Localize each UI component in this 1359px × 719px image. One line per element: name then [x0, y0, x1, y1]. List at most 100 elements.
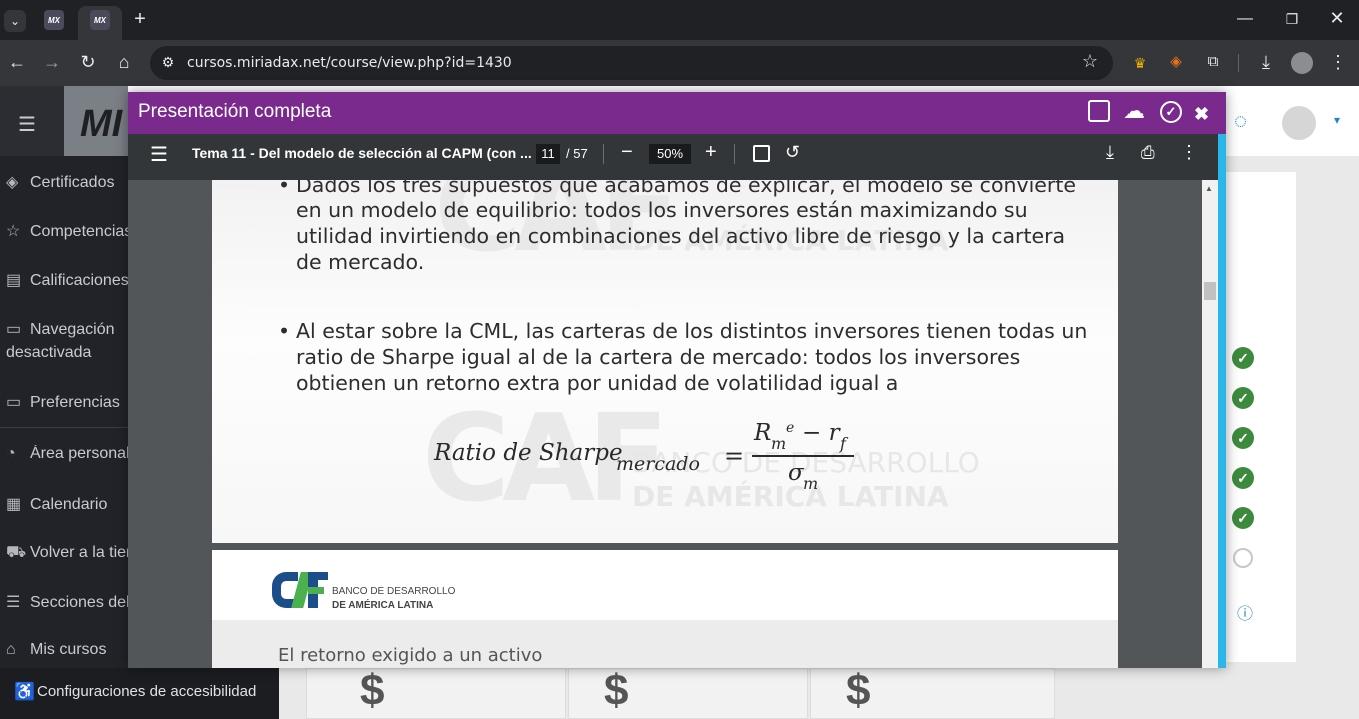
completed-check-icon: ✓	[1232, 347, 1254, 369]
pdf-toolbar-divider	[603, 144, 604, 164]
bullet1-line1: en un modelo de equilibrio: todos los in…	[296, 198, 1028, 222]
bookmark-star-icon[interactable]: ☆	[1079, 52, 1101, 70]
modal-title: Presentación completa	[138, 101, 332, 122]
pdf-more-menu-icon[interactable]: ⋮	[1180, 142, 1198, 163]
list-icon: ☰	[6, 594, 21, 611]
reload-icon[interactable]: ↻	[77, 53, 99, 71]
incomplete-circle-icon[interactable]	[1233, 548, 1253, 568]
pdf-toolbar-divider	[734, 144, 735, 164]
user-avatar[interactable]	[1282, 106, 1316, 140]
sidebar-item-competencias[interactable]: ☆ Competencias	[6, 221, 128, 241]
sidebar-item-preferencias[interactable]: ▭ Preferencias	[6, 392, 128, 412]
close-modal-icon[interactable]: ✖	[1194, 104, 1209, 125]
sidebar-item-navegacion-line2[interactable]: desactivada	[6, 344, 128, 362]
slide-heading: El retorno exigido a un activo	[278, 645, 543, 666]
crown-extension-icon[interactable]: ♛	[1129, 54, 1151, 72]
restore-icon[interactable]: ❐	[1281, 10, 1303, 28]
scroll-up-arrow-icon[interactable]: ▲	[1205, 184, 1213, 193]
modal-accent-bar	[1218, 134, 1226, 668]
sidebar-item-mis-cursos[interactable]: ⌂ Mis cursos	[6, 641, 128, 659]
graduation-icon: ⌂	[6, 641, 16, 658]
bullet-dot: •	[278, 180, 291, 197]
browser-menu-icon[interactable]: ⋮	[1327, 53, 1349, 71]
print-icon[interactable]: ⎙	[1141, 143, 1155, 163]
bullet1-line0: Dados los tres supuestos que acabamos de…	[296, 180, 1076, 197]
folder-icon: ▭	[6, 394, 22, 411]
sidebar-item-calificaciones[interactable]: ▤ Calificaciones	[6, 270, 128, 290]
rotate-icon[interactable]: ↺	[785, 142, 800, 163]
download-icon[interactable]: ⤓	[1255, 53, 1277, 71]
bullet2-line3: obtienen un retorno extra por unidad de …	[296, 371, 899, 395]
bullet1-line3: de mercado.	[296, 250, 425, 274]
pdf-page-total: / 57	[566, 146, 588, 161]
caf-logo-f-bar2	[308, 587, 324, 594]
forward-arrow-icon[interactable]: →	[41, 53, 63, 71]
pdf-scrollbar[interactable]	[1202, 180, 1218, 668]
completed-check-icon: ✓	[1232, 507, 1254, 529]
caf-logo	[272, 570, 330, 610]
site-info-icon[interactable]: ⚙	[157, 53, 179, 71]
star-icon: ☆	[6, 223, 21, 240]
dollar-icon: $	[604, 666, 629, 715]
sidebar-item-area-personal[interactable]: ◔ Área personal	[6, 445, 128, 463]
sidebar-item-certificados[interactable]: ◈ Certificados	[6, 172, 128, 192]
zoom-in-icon[interactable]: +	[705, 141, 717, 164]
pdf-page-input[interactable]: 11	[536, 144, 560, 164]
folder-icon: ▭	[6, 321, 22, 338]
help-icon[interactable]: ⓘ	[1237, 600, 1253, 624]
pdf-document-title: Tema 11 - Del modelo de selección al CAP…	[192, 145, 532, 161]
tab-favicon[interactable]: MX	[44, 10, 64, 30]
formula-numerator-sub-f: f	[840, 434, 846, 453]
dollar-icon: $	[360, 666, 385, 715]
cloud-download-icon[interactable]: ☁	[1123, 98, 1145, 124]
sidebar-item-volver-tienda[interactable]: ⛟Volver a la tienda	[6, 543, 128, 563]
site-logo[interactable]: MI	[80, 103, 122, 146]
close-window-icon[interactable]: ✕	[1326, 9, 1348, 27]
logo-line2: DE AMÉRICA LATINA	[332, 600, 434, 611]
pdf-zoom-input[interactable]: 50%	[649, 144, 691, 164]
minimize-icon[interactable]: —	[1234, 10, 1256, 28]
completed-check-icon: ✓	[1232, 387, 1254, 409]
sidebar-divider	[0, 427, 128, 428]
course-index-panel	[1226, 172, 1296, 662]
dollar-icon: $	[846, 666, 871, 715]
sidebar-item-calendario[interactable]: ▦ Calendario	[6, 494, 128, 514]
messages-icon[interactable]: ◌	[1234, 108, 1247, 134]
calendar-icon: ▦	[6, 496, 22, 513]
course-card[interactable]	[306, 668, 566, 719]
fullscreen-copy-icon[interactable]	[1088, 100, 1110, 122]
pdf-sidebar-menu-icon[interactable]: ☰	[150, 142, 168, 167]
fit-page-icon[interactable]	[753, 145, 770, 162]
new-tab-plus-icon[interactable]: +	[129, 9, 151, 29]
formula-denominator-sub: m	[803, 474, 819, 493]
accessibility-settings-button[interactable]: ♿ Configuraciones de accesibilidad	[0, 668, 279, 719]
dashboard-icon: ◔	[6, 445, 16, 462]
zoom-out-icon[interactable]: −	[621, 141, 633, 164]
shield-extension-icon[interactable]: ◈	[1165, 53, 1187, 71]
formula-equals: =	[724, 442, 745, 470]
sidebar-item-navegacion[interactable]: ▭ Navegación	[6, 319, 128, 339]
tab-search-button[interactable]: ⌄	[4, 10, 26, 32]
url-text[interactable]: cursos.miriadax.net/course/view.php?id=1…	[187, 55, 512, 71]
pdf-page-12: BANCO DE DESARROLLO DE AMÉRICA LATINA El…	[212, 550, 1118, 668]
completed-check-icon: ✓	[1232, 467, 1254, 489]
layers-icon: ◈	[6, 174, 19, 191]
mark-done-icon[interactable]: ✓	[1160, 101, 1182, 123]
extensions-puzzle-icon[interactable]: ⧉	[1202, 53, 1224, 71]
toolbar-divider	[1238, 54, 1239, 72]
user-menu-caret-icon[interactable]: ▾	[1334, 113, 1340, 127]
bullet2-line2: ratio de Sharpe igual al de la cartera d…	[296, 345, 1021, 369]
bullet-dot: •	[278, 319, 291, 343]
pdf-scrollbar-thumb[interactable]	[1204, 282, 1216, 300]
hamburger-menu-icon[interactable]: ☰	[18, 112, 36, 137]
sidebar-item-secciones[interactable]: ☰Secciones del curso	[6, 592, 128, 612]
pdf-page-11: CAF DE AMÉRICA LATINA CAF BANCO DE DESAR…	[212, 180, 1118, 543]
formula-numerator-minus-r: − r	[802, 420, 840, 446]
pdf-download-icon[interactable]: ⤓	[1106, 142, 1114, 163]
formula-lhs-subscript: mercado	[616, 453, 700, 475]
caf-logo-f-bar	[308, 572, 328, 580]
formula-fraction-bar	[752, 455, 854, 457]
home-icon[interactable]: ⌂	[113, 53, 135, 71]
profile-avatar[interactable]	[1291, 52, 1313, 74]
back-arrow-icon[interactable]: ←	[6, 53, 28, 71]
